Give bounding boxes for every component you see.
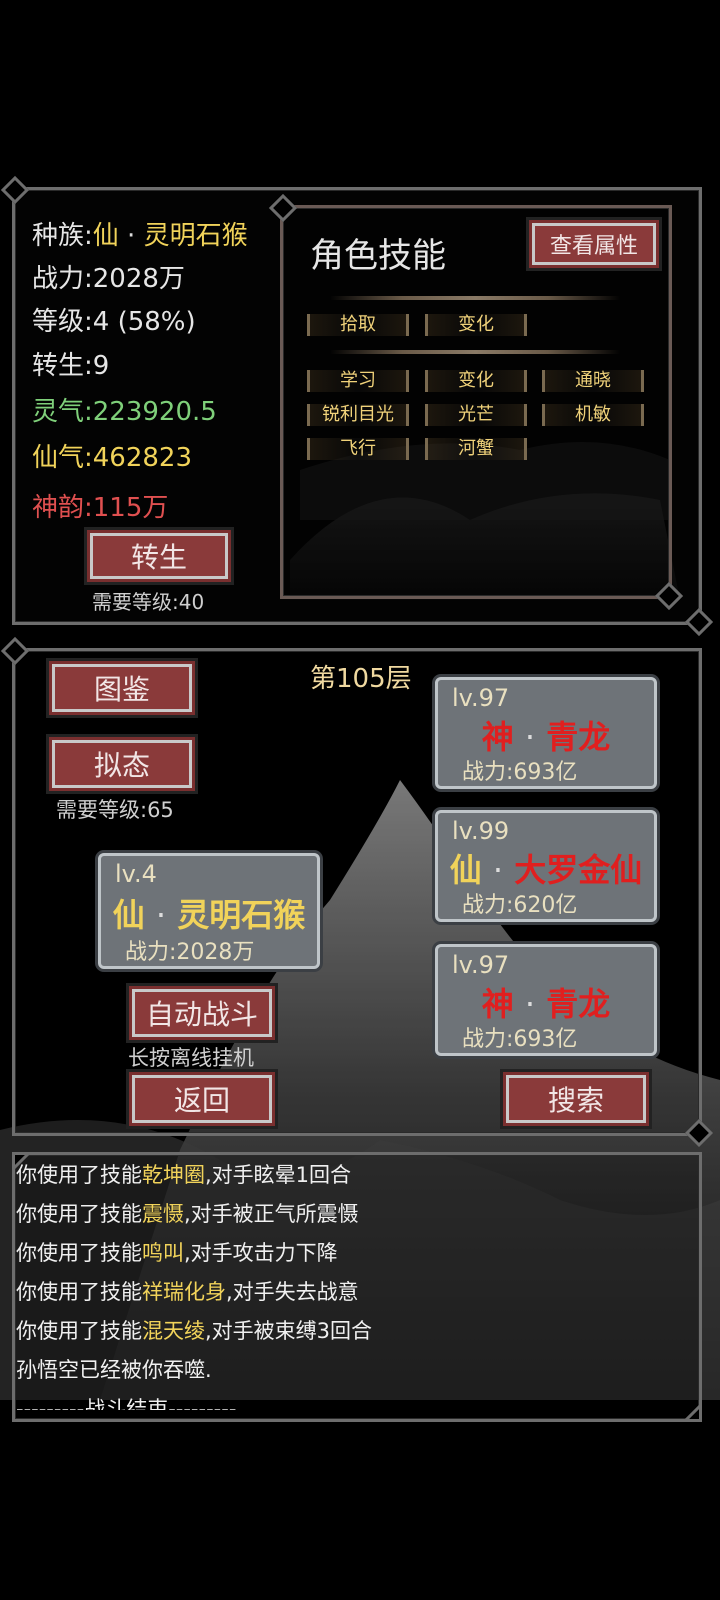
search-button[interactable]: 搜索 — [506, 1075, 646, 1123]
enemy-power: 战力:620亿 — [462, 893, 578, 918]
skills-divider-mid — [330, 350, 620, 354]
enemy-card[interactable]: lv.99 仙 · 大罗金仙 战力:620亿 — [435, 810, 657, 922]
auto-battle-hint: 长按离线挂机 — [128, 1046, 254, 1070]
player-name-text: 灵明石猴 — [177, 896, 306, 934]
skill-item[interactable]: 学习 — [307, 370, 409, 392]
enemy-separator: · — [492, 851, 504, 889]
player-card[interactable]: lv.4 仙 · 灵明石猴 战力:2028万 — [98, 853, 320, 969]
enemy-name-text: 青龙 — [546, 985, 611, 1023]
player-separator: · — [155, 896, 167, 934]
enemy-name: 神 · 青龙 — [438, 979, 654, 1025]
enemy-level: lv.97 — [452, 684, 510, 712]
enemy-card[interactable]: lv.97 神 · 青龙 战力:693亿 — [435, 944, 657, 1056]
power-stat: 战力:2028万 — [32, 264, 185, 294]
enemy-name-text: 青龙 — [546, 718, 611, 756]
enemy-separator: · — [524, 718, 536, 756]
log-line: 你使用了技能祥瑞化身,对手失去战意 — [16, 1280, 359, 1304]
back-button[interactable]: 返回 — [132, 1075, 272, 1123]
race-separator: · — [127, 221, 136, 251]
skill-item[interactable]: 机敏 — [542, 404, 644, 426]
enemy-name: 神 · 青龙 — [438, 712, 654, 758]
log-line: 你使用了技能乾坤圈,对手眩晕1回合 — [16, 1163, 352, 1187]
skill-item[interactable]: 变化 — [425, 314, 527, 336]
player-prefix: 仙 — [112, 896, 145, 934]
skill-item[interactable]: 拾取 — [307, 314, 409, 336]
player-level: lv.4 — [115, 860, 157, 888]
enemy-level: lv.97 — [452, 951, 510, 979]
race-name: 灵明石猴 — [143, 221, 248, 251]
enemy-power: 战力:693亿 — [462, 760, 578, 785]
log-line: ---------战斗结束--------- — [16, 1397, 237, 1410]
shenyun-stat: 神韵:115万 — [32, 493, 169, 523]
rebirth-requirement: 需要等级:40 — [92, 590, 205, 614]
race-prefix: 仙 — [92, 221, 119, 251]
skills-divider-top — [330, 296, 620, 300]
enemy-power: 战力:693亿 — [462, 1027, 578, 1052]
skill-item[interactable]: 锐利目光 — [307, 404, 409, 426]
skill-item[interactable]: 通晓 — [542, 370, 644, 392]
log-line: 你使用了技能混天绫,对手被束缚3回合 — [16, 1319, 373, 1343]
skills-title: 角色技能 — [310, 236, 446, 276]
auto-battle-button[interactable]: 自动战斗 — [132, 989, 272, 1037]
view-attributes-button[interactable]: 查看属性 — [532, 223, 656, 265]
enemy-prefix: 神 — [481, 985, 514, 1023]
player-name: 仙 · 灵明石猴 — [101, 890, 317, 936]
mimic-requirement: 需要等级:65 — [56, 798, 174, 822]
mimic-button[interactable]: 拟态 — [52, 740, 192, 788]
player-power: 战力:2028万 — [125, 940, 255, 965]
skill-item[interactable]: 河蟹 — [425, 438, 527, 460]
log-line: 你使用了技能震慑,对手被正气所震慑 — [16, 1202, 359, 1226]
level-stat: 等级:4 (58%) — [32, 307, 196, 337]
atlas-button[interactable]: 图鉴 — [52, 664, 192, 712]
skill-item[interactable]: 飞行 — [307, 438, 409, 460]
skill-item[interactable]: 变化 — [425, 370, 527, 392]
xianqi-stat: 仙气:462823 — [32, 443, 193, 473]
battle-log: 你使用了技能乾坤圈,对手眩晕1回合 你使用了技能震慑,对手被正气所震慑 你使用了… — [0, 1155, 700, 1410]
enemy-prefix: 仙 — [449, 851, 482, 889]
lingqi-stat: 灵气:223920.5 — [32, 397, 217, 427]
skill-item[interactable]: 光芒 — [425, 404, 527, 426]
log-line: 孙悟空已经被你吞噬. — [16, 1358, 212, 1382]
race-stat: 种族:仙 · 灵明石猴 — [32, 215, 248, 252]
enemy-level: lv.99 — [452, 817, 510, 845]
rebirth-button[interactable]: 转生 — [90, 533, 228, 579]
enemy-name: 仙 · 大罗金仙 — [438, 845, 654, 891]
enemy-separator: · — [524, 985, 536, 1023]
enemy-prefix: 神 — [481, 718, 514, 756]
enemy-name-text: 大罗金仙 — [514, 851, 643, 889]
log-line: 你使用了技能鸣叫,对手攻击力下降 — [16, 1241, 338, 1265]
rebirth-stat: 转生:9 — [32, 351, 110, 381]
enemy-card[interactable]: lv.97 神 · 青龙 战力:693亿 — [435, 677, 657, 789]
floor-label: 第105层 — [310, 664, 412, 694]
race-label: 种族: — [32, 221, 93, 251]
